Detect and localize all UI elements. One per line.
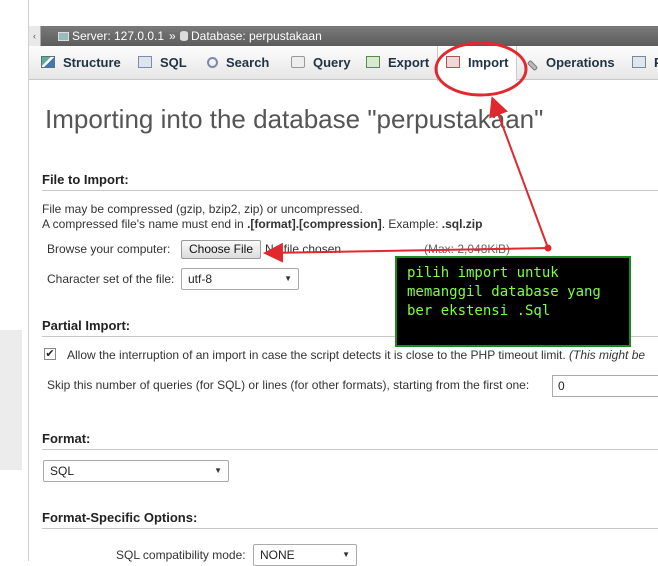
no-file-chosen-text: No file chosen [265,242,342,256]
navigation-panel-edge[interactable] [28,0,29,561]
chevron-down-icon: ▼ [214,466,222,475]
tab-operations[interactable]: Operations [526,46,615,80]
query-icon [291,56,305,68]
chevron-down-icon: ▼ [342,550,350,559]
database-icon [180,31,188,41]
import-icon [446,56,460,68]
allow-interrupt-checkbox[interactable]: ✔ [44,348,56,360]
skip-queries-input[interactable]: 0 [552,375,658,397]
server-icon [58,32,69,41]
chevron-down-icon: ▼ [284,274,292,283]
tab-import[interactable]: Import [437,46,518,81]
annotation-origin-dot [544,244,552,252]
allow-interrupt-label: Allow the interruption of an import in c… [67,348,646,362]
tab-search[interactable]: Search [207,46,269,80]
sql-compat-label: SQL compatibility mode: [116,548,246,562]
annotation-callout: pilih import untuk memanggil database ya… [395,256,631,347]
collapse-arrow-icon[interactable]: ‹ [29,26,41,46]
tab-structure[interactable]: Structure [41,46,121,80]
search-icon [207,57,218,68]
operations-icon [526,59,539,72]
navigation-panel-shade [0,330,22,470]
page-title: Importing into the database "perpustakaa… [45,104,544,134]
export-icon [366,56,380,68]
file-to-import-heading: File to Import: [42,172,658,191]
compression-format-note: A compressed file's name must end in .[f… [42,217,483,231]
compression-note: File may be compressed (gzip, bzip2, zip… [42,202,363,216]
tab-export[interactable]: Export [366,46,429,80]
format-select[interactable]: SQL ▼ [43,460,229,482]
tab-privileges[interactable]: P [632,46,658,80]
left-gutter [0,0,29,561]
charset-select[interactable]: utf-8 ▼ [181,268,299,290]
tab-query[interactable]: Query [291,46,351,80]
privileges-icon [632,56,646,68]
breadcrumb-server[interactable]: Server: 127.0.0.1 [58,26,164,46]
skip-queries-label: Skip this number of queries (for SQL) or… [47,378,530,392]
sql-compat-select[interactable]: NONE ▼ [253,544,357,566]
sql-icon [138,56,152,68]
choose-file-button[interactable]: Choose File [181,240,261,259]
format-specific-heading: Format-Specific Options: [42,510,658,529]
browse-label: Browse your computer: [47,242,171,256]
tab-bar: Structure SQL Search Query Export Import… [29,46,658,81]
max-size-text: (Max: 2,048KiB) [424,242,511,256]
breadcrumb: ‹ Server: 127.0.0.1 » Database: perpusta… [29,26,658,46]
breadcrumb-separator: » [169,29,176,43]
charset-label: Character set of the file: [47,272,175,286]
structure-icon [41,56,55,68]
tab-sql[interactable]: SQL [138,46,187,80]
format-heading: Format: [42,431,658,450]
breadcrumb-database[interactable]: Database: perpustakaan [180,26,322,46]
